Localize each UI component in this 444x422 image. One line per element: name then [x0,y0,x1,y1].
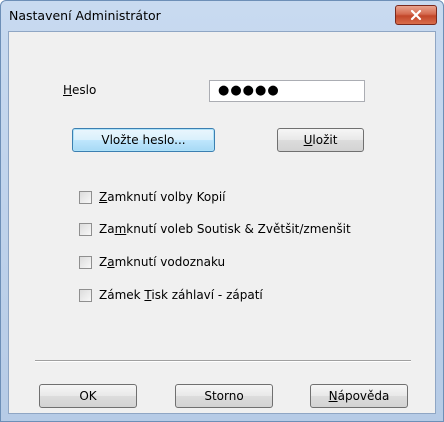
save-button[interactable]: Uložit [277,128,364,152]
password-input[interactable]: ●●●●● [209,80,365,102]
ok-button[interactable]: OK [39,384,137,408]
dialog-body: Heslo ●●●●● Vložte heslo... Uložit Zamkn… [8,31,436,414]
checkbox-label: Zamknutí volby Kopií [99,190,226,204]
checkbox-label: Zamknutí voleb Soutisk & Zvětšit/zmenšit [99,222,351,236]
separator [35,360,411,362]
password-label: Heslo [63,83,97,97]
title-bar[interactable]: Nastavení Administrátor [1,1,443,31]
checkbox-layout-lock[interactable] [79,223,92,236]
cancel-button[interactable]: Storno [175,384,273,408]
enter-password-button[interactable]: Vložte heslo... [72,128,215,152]
checkbox-copy-lock[interactable] [79,191,92,204]
checkbox-header-footer-lock[interactable] [79,289,92,302]
help-button[interactable]: Nápověda [310,384,408,408]
window-title: Nastavení Administrátor [9,8,161,23]
checkbox-label: Zámek Tisk záhlaví - zápatí [99,288,263,302]
checkbox-watermark-lock[interactable] [79,256,92,269]
close-icon [410,9,422,21]
checkbox-label: Zamknutí vodoznaku [99,255,226,269]
close-button[interactable] [395,5,437,25]
dialog-window: Nastavení Administrátor Heslo ●●●●● Vlož… [0,0,444,422]
